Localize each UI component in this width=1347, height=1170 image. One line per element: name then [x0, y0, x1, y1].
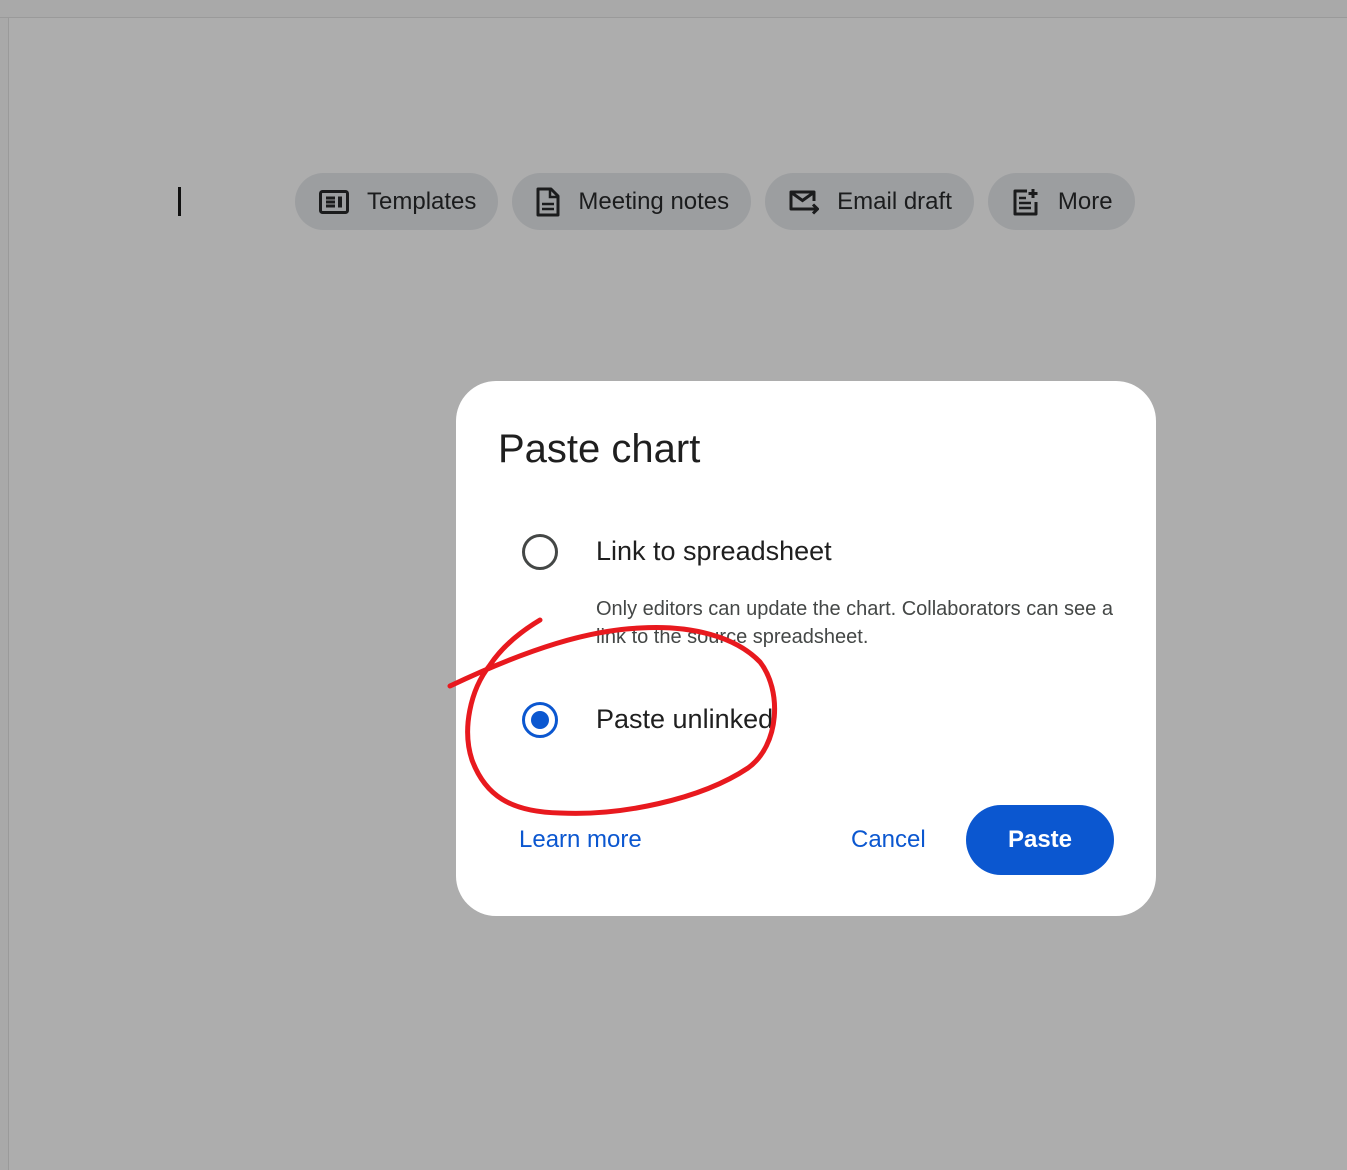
- cancel-button[interactable]: Cancel: [851, 826, 926, 854]
- document-icon: [536, 187, 560, 217]
- email-draft-chip-label: Email draft: [837, 187, 952, 215]
- paste-chart-dialog: Paste chart Link to spreadsheet Only edi…: [456, 381, 1156, 916]
- templates-icon: [319, 189, 349, 214]
- email-draft-chip[interactable]: Email draft: [765, 173, 974, 230]
- dialog-title: Paste chart: [498, 427, 701, 471]
- text-cursor: [178, 187, 181, 216]
- smart-chip-bar: Templates Meeting notes Email draft More: [295, 173, 1135, 230]
- link-to-spreadsheet-label[interactable]: Link to spreadsheet: [596, 536, 832, 567]
- paste-button[interactable]: Paste: [966, 805, 1114, 875]
- meeting-notes-chip-label: Meeting notes: [578, 187, 730, 215]
- learn-more-link[interactable]: Learn more: [519, 826, 642, 854]
- link-to-spreadsheet-radio[interactable]: [522, 534, 558, 570]
- more-chip-label: More: [1057, 187, 1113, 215]
- left-ruler: [0, 18, 9, 1170]
- more-chip[interactable]: More: [987, 173, 1135, 230]
- templates-chip-label: Templates: [367, 187, 477, 215]
- screen: Templates Meeting notes Email draft More…: [0, 0, 1347, 1170]
- templates-chip[interactable]: Templates: [295, 173, 499, 230]
- paste-unlinked-radio[interactable]: [522, 702, 558, 738]
- paste-unlinked-label[interactable]: Paste unlinked: [596, 704, 773, 735]
- more-notes-icon: [1012, 188, 1040, 216]
- email-draft-icon: [789, 189, 820, 215]
- top-bar: [0, 0, 1347, 18]
- link-option-description: Only editors can update the chart. Colla…: [596, 598, 1113, 648]
- meeting-notes-chip[interactable]: Meeting notes: [512, 173, 752, 230]
